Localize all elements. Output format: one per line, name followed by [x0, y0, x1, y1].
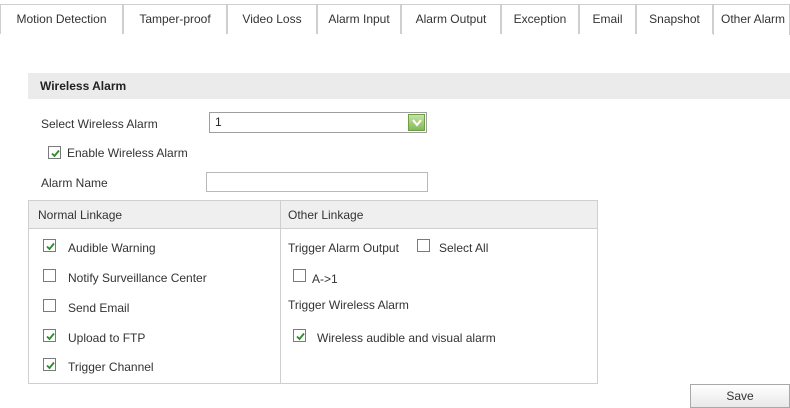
linkage-table: Normal Linkage Other Linkage Audible War… [28, 200, 598, 384]
select-wireless-alarm-label: Select Wireless Alarm [41, 117, 158, 131]
tab-alarm-input[interactable]: Alarm Input [317, 4, 401, 34]
linkage-divider [280, 201, 281, 383]
audible-warning-label: Audible Warning [68, 241, 156, 255]
upload-to-ftp-label: Upload to FTP [68, 331, 146, 345]
trigger-alarm-output-label: Trigger Alarm Output [288, 241, 399, 255]
tab-alarm-output[interactable]: Alarm Output [401, 4, 501, 34]
enable-wireless-alarm-label: Enable Wireless Alarm [67, 146, 188, 160]
tab-snapshot[interactable]: Snapshot [636, 4, 713, 34]
tab-tamper-proof[interactable]: Tamper-proof [123, 4, 227, 34]
output-a1-label: A->1 [312, 272, 338, 286]
enable-wireless-alarm-checkbox[interactable] [48, 146, 61, 159]
section-title: Wireless Alarm [28, 73, 790, 99]
audible-warning-checkbox[interactable] [43, 239, 56, 252]
wireless-audible-visual-label: Wireless audible and visual alarm [317, 331, 496, 345]
wireless-audible-visual-checkbox[interactable] [293, 329, 306, 342]
trigger-wireless-alarm-label: Trigger Wireless Alarm [288, 298, 409, 312]
trigger-channel-label: Trigger Channel [68, 360, 154, 374]
tab-motion-detection[interactable]: Motion Detection [0, 4, 123, 34]
upload-to-ftp-checkbox[interactable] [43, 329, 56, 342]
wireless-alarm-select[interactable]: 1 [209, 112, 427, 133]
alarm-name-label: Alarm Name [41, 176, 108, 190]
tab-email[interactable]: Email [579, 4, 636, 34]
select-all-checkbox[interactable] [417, 239, 430, 252]
normal-linkage-header: Normal Linkage [38, 208, 123, 222]
tab-other-alarm[interactable]: Other Alarm [713, 4, 790, 35]
notify-surveillance-center-label: Notify Surveillance Center [68, 271, 207, 285]
tab-video-loss[interactable]: Video Loss [227, 4, 317, 34]
other-linkage-header: Other Linkage [288, 208, 364, 222]
alarm-name-field[interactable] [206, 172, 428, 192]
chevron-down-icon[interactable] [408, 114, 425, 131]
tab-bar: Motion Detection Tamper-proof Video Loss… [0, 0, 790, 35]
send-email-label: Send Email [68, 301, 130, 315]
select-all-label: Select All [439, 241, 489, 255]
notify-surveillance-center-checkbox[interactable] [43, 269, 56, 282]
wireless-alarm-select-value: 1 [215, 115, 222, 129]
send-email-checkbox[interactable] [43, 299, 56, 312]
save-button[interactable]: Save [690, 384, 790, 408]
output-a1-checkbox[interactable] [293, 269, 306, 282]
trigger-channel-checkbox[interactable] [43, 358, 56, 371]
tab-exception[interactable]: Exception [501, 4, 579, 34]
